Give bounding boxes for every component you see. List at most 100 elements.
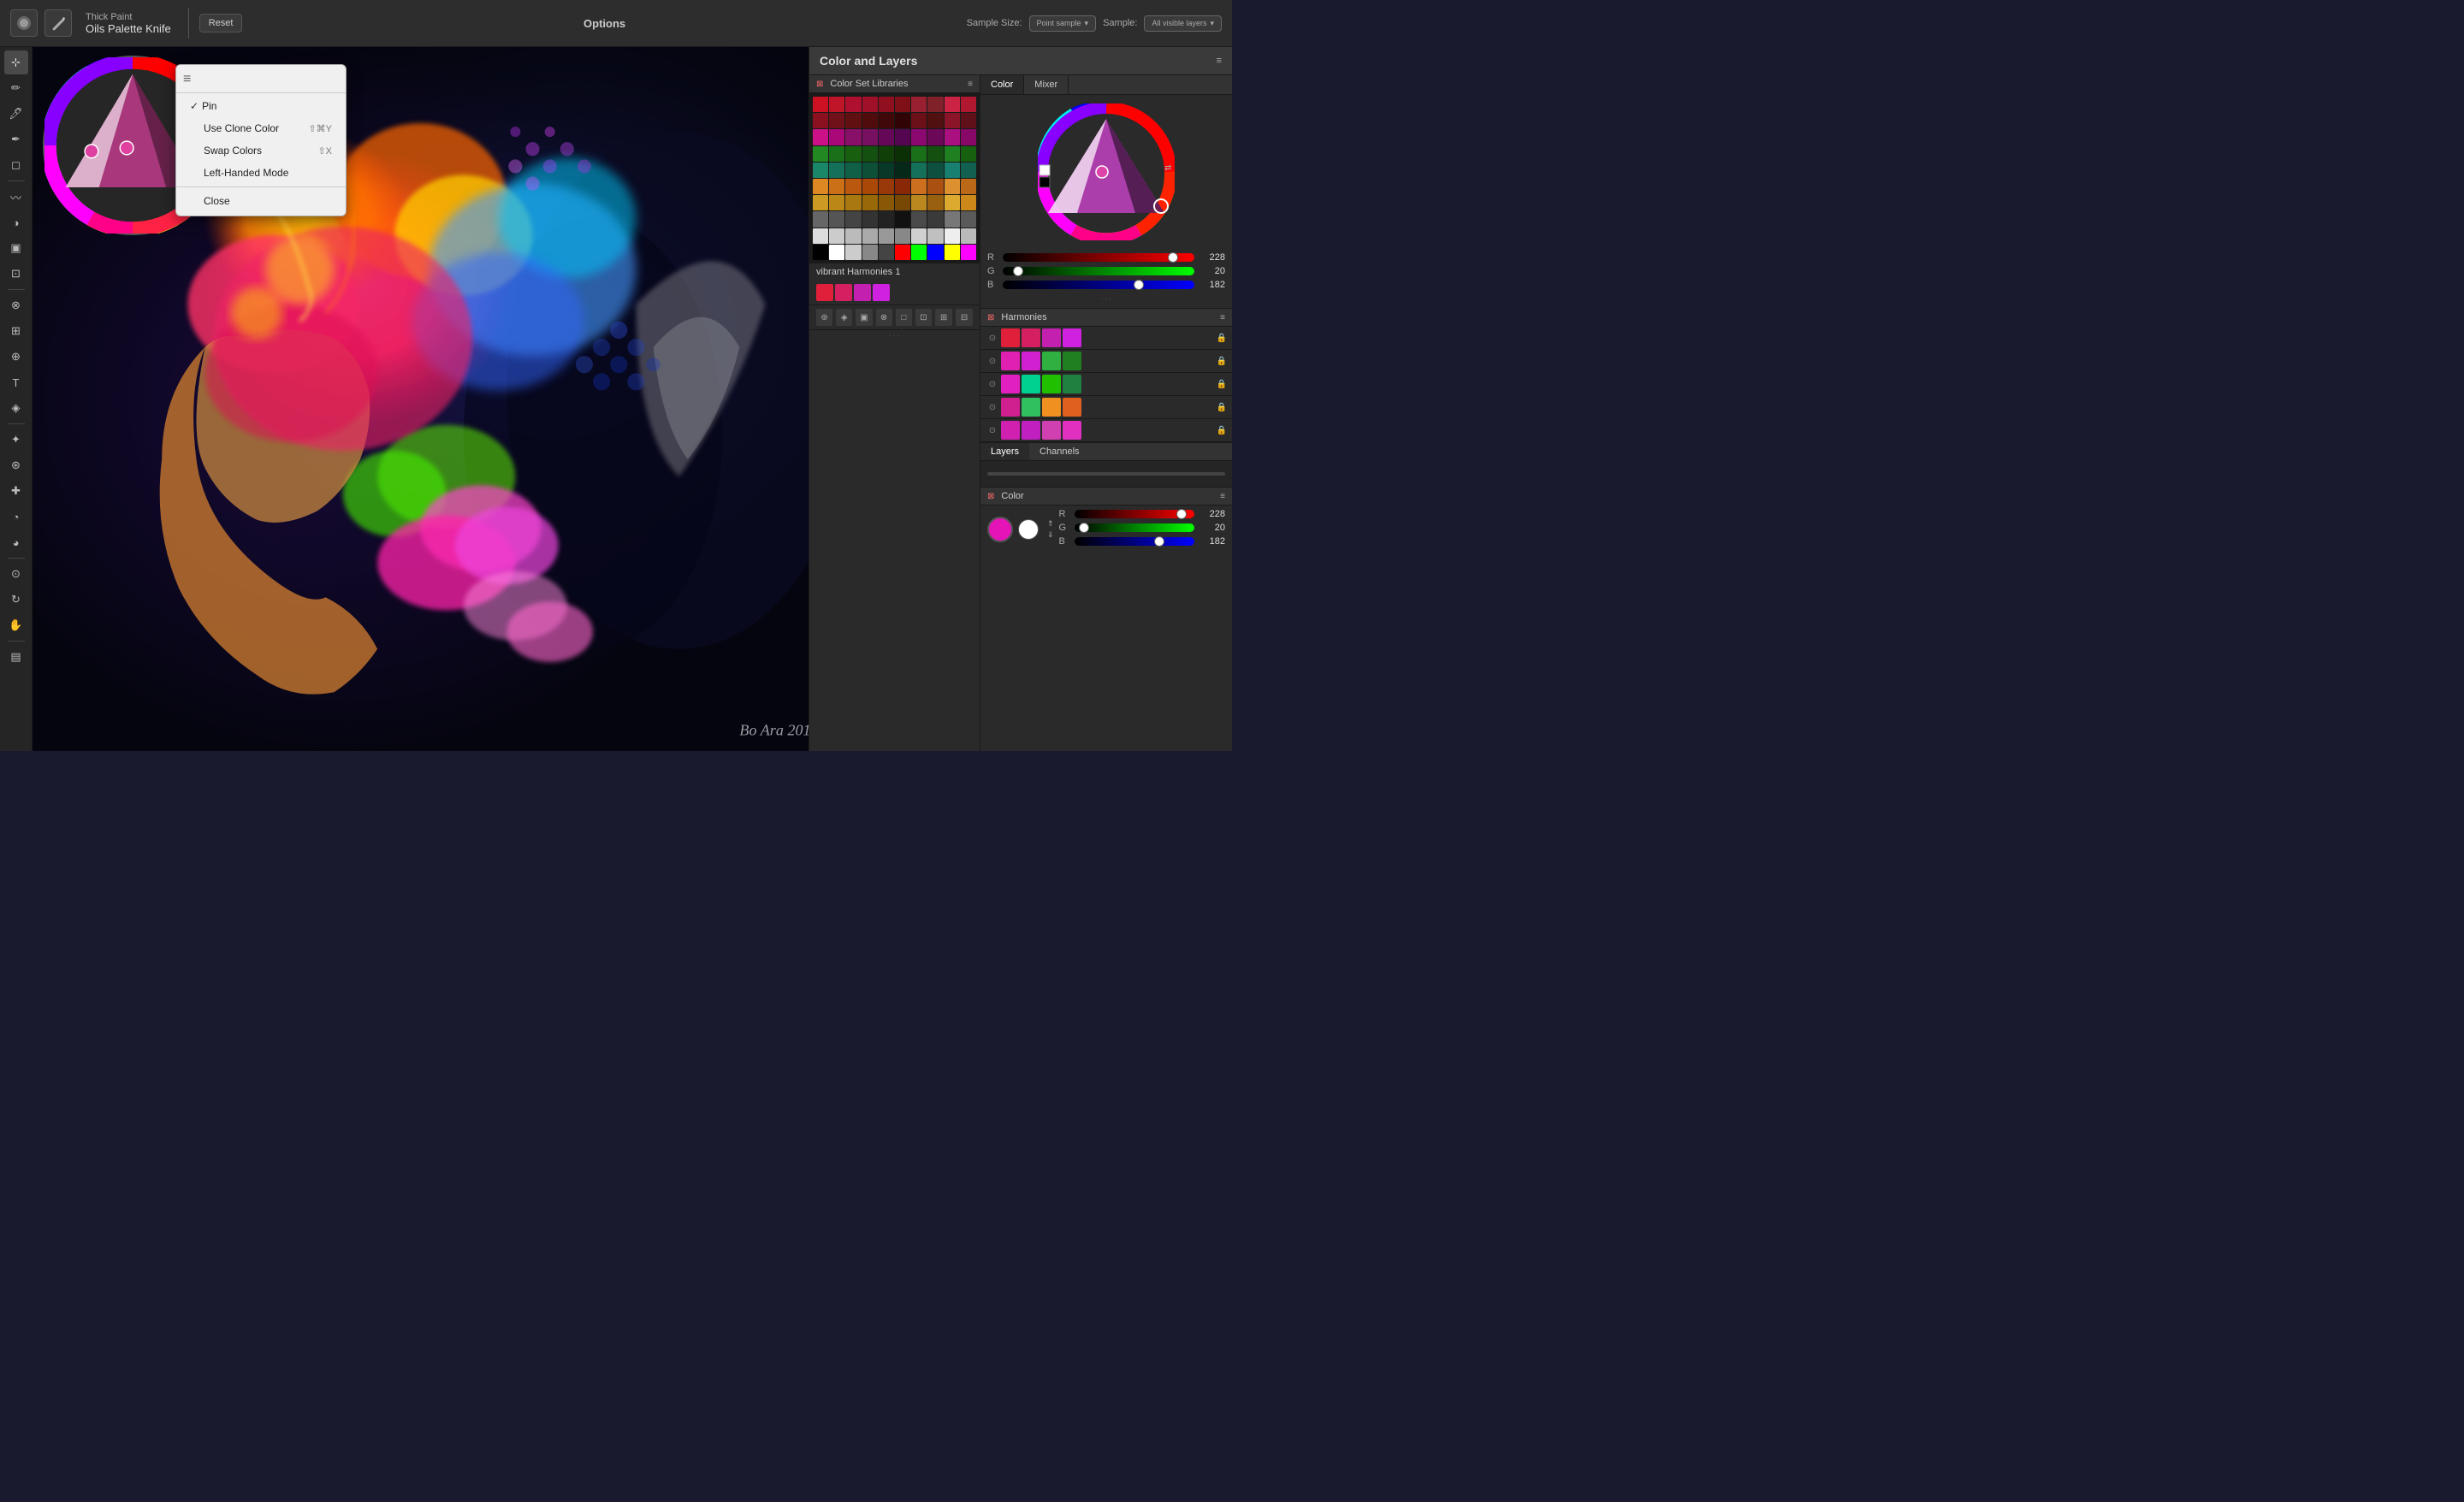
color-swatch-74[interactable] xyxy=(879,211,894,227)
h0s0[interactable] xyxy=(1001,328,1020,347)
bb-thumb[interactable] xyxy=(1154,536,1164,547)
color-swatch-72[interactable] xyxy=(845,211,861,227)
tool-color1[interactable]: ⊛ xyxy=(816,309,832,326)
color-swatch-88[interactable] xyxy=(945,228,960,244)
color-swatch-25[interactable] xyxy=(895,129,910,145)
g-thumb[interactable] xyxy=(1013,266,1023,276)
color-swatch-47[interactable] xyxy=(927,163,943,178)
color-swatch-1[interactable] xyxy=(829,97,844,112)
h3s1[interactable] xyxy=(1022,398,1040,417)
tool-clone[interactable]: ⊛ xyxy=(4,453,28,477)
color-swatch-68[interactable] xyxy=(945,195,960,210)
tool-color5[interactable]: □ xyxy=(896,309,912,326)
color-swatch-22[interactable] xyxy=(845,129,861,145)
h4s2[interactable] xyxy=(1042,421,1061,440)
color-swatch-61[interactable] xyxy=(829,195,844,210)
color-swatch-21[interactable] xyxy=(829,129,844,145)
layout-icon2[interactable]: ⊟ xyxy=(956,309,973,326)
color-swatch-76[interactable] xyxy=(911,211,927,227)
color-swatch-63[interactable] xyxy=(862,195,878,210)
app-icon[interactable] xyxy=(10,9,38,37)
color-swatch-90[interactable] xyxy=(813,245,828,260)
hs4[interactable] xyxy=(873,284,890,301)
menu-pin[interactable]: ✓Pin xyxy=(176,95,346,117)
layout-icon1[interactable]: ⊞ xyxy=(935,309,952,326)
lock-3[interactable]: 🔒 xyxy=(1217,403,1227,412)
tool-move[interactable]: ⊹ xyxy=(4,50,28,74)
color-swatch-20[interactable] xyxy=(813,129,828,145)
tool-burn[interactable]: ◔ xyxy=(4,505,28,529)
color-swatch-66[interactable] xyxy=(911,195,927,210)
tool-eyedropper[interactable]: ✦ xyxy=(4,428,28,452)
lock-4[interactable]: 🔒 xyxy=(1217,426,1227,435)
h4s3[interactable] xyxy=(1063,421,1081,440)
tool-blend[interactable]: ◑ xyxy=(4,210,28,234)
color-swatch-23[interactable] xyxy=(862,129,878,145)
color-swatch-69[interactable] xyxy=(961,195,976,210)
h4s1[interactable] xyxy=(1022,421,1040,440)
color-swatch-96[interactable] xyxy=(911,245,927,260)
tool-rotate[interactable]: ↻ xyxy=(4,588,28,612)
menu-close[interactable]: Close xyxy=(176,190,346,212)
color-swatch-7[interactable] xyxy=(927,97,943,112)
color-swatch-14[interactable] xyxy=(879,113,894,128)
color-swatch-42[interactable] xyxy=(845,163,861,178)
harmonies-expand[interactable]: ≡ xyxy=(1220,313,1225,322)
color-swatch-59[interactable] xyxy=(961,179,976,194)
lock-1[interactable]: 🔒 xyxy=(1217,357,1227,366)
color-swatch-75[interactable] xyxy=(895,211,910,227)
h3s3[interactable] xyxy=(1063,398,1081,417)
color-swatch-11[interactable] xyxy=(829,113,844,128)
color-swatch-95[interactable] xyxy=(895,245,910,260)
color-swatch-97[interactable] xyxy=(927,245,943,260)
menu-clone-color[interactable]: Use Clone Color ⇧⌘Y xyxy=(176,117,346,139)
bb-slider[interactable] xyxy=(1075,537,1194,546)
color-swatch-73[interactable] xyxy=(862,211,878,227)
color-swatch-86[interactable] xyxy=(911,228,927,244)
color-swatch-13[interactable] xyxy=(862,113,878,128)
color-swatch-16[interactable] xyxy=(911,113,927,128)
tool-color2[interactable]: ◈ xyxy=(836,309,852,326)
tab-layers[interactable]: Layers xyxy=(980,443,1029,460)
transfer-down[interactable]: ⇓ xyxy=(1047,530,1054,540)
color-swatch-9[interactable] xyxy=(961,97,976,112)
tool-crop[interactable]: ⊞ xyxy=(4,319,28,343)
color-swatch-39[interactable] xyxy=(961,146,976,162)
color-swatch-53[interactable] xyxy=(862,179,878,194)
layer-scroll-area[interactable] xyxy=(980,461,1232,487)
color-swatch-99[interactable] xyxy=(961,245,976,260)
lock-0[interactable]: 🔒 xyxy=(1217,334,1227,343)
color-swatch-36[interactable] xyxy=(911,146,927,162)
tool-color4[interactable]: ⊗ xyxy=(876,309,892,326)
h2s1[interactable] xyxy=(1022,375,1040,393)
color-swatch-77[interactable] xyxy=(927,211,943,227)
color-swatch-29[interactable] xyxy=(961,129,976,145)
color-swatch-52[interactable] xyxy=(845,179,861,194)
tool-transform[interactable]: ⊕ xyxy=(4,345,28,369)
color-swatch-56[interactable] xyxy=(911,179,927,194)
tool-fill[interactable]: ▣ xyxy=(4,236,28,260)
transfer-up[interactable]: ⇑ xyxy=(1047,519,1054,529)
bg-slider[interactable] xyxy=(1075,523,1194,532)
menu-drag-handle[interactable]: ≡ xyxy=(183,72,191,87)
h0s1[interactable] xyxy=(1022,328,1040,347)
color-swatch-87[interactable] xyxy=(927,228,943,244)
color-swatch-98[interactable] xyxy=(945,245,960,260)
h3s2[interactable] xyxy=(1042,398,1061,417)
h1s2[interactable] xyxy=(1042,352,1061,370)
reset-btn[interactable]: Reset xyxy=(199,14,243,33)
tool-brush[interactable]: ✏ xyxy=(4,76,28,100)
secondary-color-circle[interactable] xyxy=(1018,519,1039,540)
color-swatch-93[interactable] xyxy=(862,245,878,260)
color-swatch-40[interactable] xyxy=(813,163,828,178)
tool-layers[interactable]: ▤ xyxy=(4,645,28,669)
color-swatch-92[interactable] xyxy=(845,245,861,260)
tool-text[interactable]: T xyxy=(4,370,28,394)
h0s3[interactable] xyxy=(1063,328,1081,347)
color-swatch-60[interactable] xyxy=(813,195,828,210)
color-swatch-64[interactable] xyxy=(879,195,894,210)
color-swatch-2[interactable] xyxy=(845,97,861,112)
lock-2[interactable]: 🔒 xyxy=(1217,380,1227,389)
bottom-color-close[interactable]: ⊠ xyxy=(987,492,994,501)
color-swatch-82[interactable] xyxy=(845,228,861,244)
